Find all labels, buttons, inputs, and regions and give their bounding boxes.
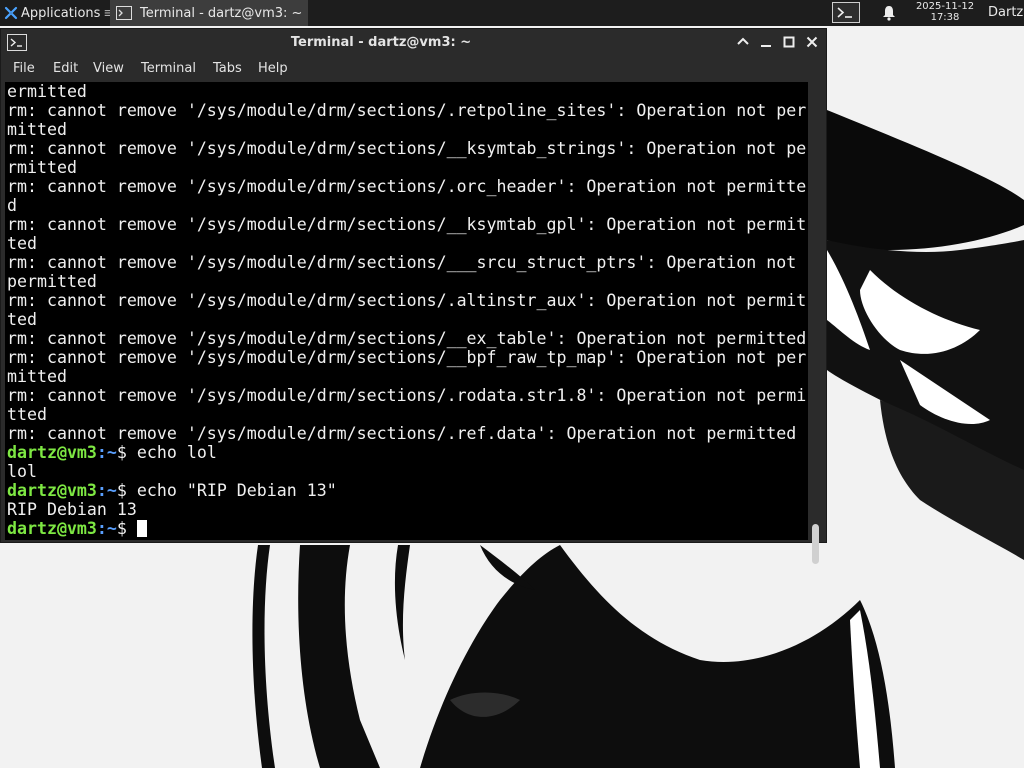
applications-menu-button[interactable]: Applications ≡ bbox=[0, 0, 118, 26]
terminal-window: Terminal - dartz@vm3: ~ File Edit View T… bbox=[0, 28, 827, 564]
panel-clock[interactable]: 2025-11-12 17:38 bbox=[904, 1, 986, 23]
prompt-path: :~ bbox=[96, 481, 117, 500]
top-panel: Applications ≡ Terminal - dartz@vm3: ~ 2… bbox=[0, 0, 1024, 26]
clock-time: 17:38 bbox=[930, 12, 960, 23]
menu-tabs[interactable]: Tabs bbox=[213, 56, 242, 82]
terminal-scrollbar[interactable] bbox=[808, 82, 826, 564]
window-maximize-button[interactable] bbox=[780, 33, 798, 51]
active-prompt-line[interactable]: dartz@vm3:~$ bbox=[5, 519, 808, 538]
terminal-line: rm: cannot remove '/sys/module/drm/secti… bbox=[7, 291, 807, 310]
terminal-line: ted bbox=[7, 310, 37, 329]
window-close-button[interactable] bbox=[803, 33, 821, 51]
menu-terminal[interactable]: Terminal bbox=[141, 56, 196, 82]
terminal-line: mitted bbox=[7, 367, 67, 386]
terminal-icon bbox=[116, 6, 132, 20]
terminal-line: tted bbox=[7, 405, 47, 424]
window-minimize-button[interactable] bbox=[757, 33, 775, 51]
user-menu[interactable]: Dartz bbox=[988, 0, 1023, 26]
terminal-line: rm: cannot remove '/sys/module/drm/secti… bbox=[7, 177, 807, 196]
prompt-user: dartz@vm3 bbox=[7, 481, 97, 500]
prompt-path: :~ bbox=[96, 519, 117, 538]
terminal-line: rm: cannot remove '/sys/module/drm/secti… bbox=[7, 215, 807, 234]
prompt-symbol: $ bbox=[116, 443, 127, 462]
prompt-line: dartz@vm3:~$ echo "RIP Debian 13" bbox=[5, 481, 808, 500]
terminal-line: rm: cannot remove '/sys/module/drm/secti… bbox=[7, 424, 797, 443]
prompt-user: dartz@vm3 bbox=[7, 519, 97, 538]
menu-edit[interactable]: Edit bbox=[53, 56, 78, 82]
menu-help[interactable]: Help bbox=[258, 56, 288, 82]
terminal-line: ermitted bbox=[7, 82, 87, 101]
terminal-line: rm: cannot remove '/sys/module/drm/secti… bbox=[7, 348, 807, 367]
terminal-output[interactable]: ermitted rm: cannot remove '/sys/module/… bbox=[5, 82, 808, 540]
prompt-user: dartz@vm3 bbox=[7, 443, 97, 462]
terminal-line: rm: cannot remove '/sys/module/drm/secti… bbox=[7, 386, 807, 405]
window-titlebar[interactable]: Terminal - dartz@vm3: ~ bbox=[1, 29, 826, 56]
terminal-line: permitted bbox=[7, 272, 97, 291]
command-text: echo "RIP Debian 13" bbox=[126, 481, 337, 500]
menu-view[interactable]: View bbox=[93, 56, 124, 82]
applications-label: Applications bbox=[21, 5, 101, 21]
window-title: Terminal - dartz@vm3: ~ bbox=[290, 35, 472, 50]
window-menubar: File Edit View Terminal Tabs Help bbox=[1, 56, 826, 82]
command-output: RIP Debian 13 bbox=[7, 500, 137, 519]
prompt-path: :~ bbox=[96, 443, 117, 462]
clock-date: 2025-11-12 bbox=[915, 1, 975, 12]
prompt-symbol: $ bbox=[116, 519, 127, 538]
terminal-line: d bbox=[7, 196, 17, 215]
terminal-launcher-icon[interactable] bbox=[832, 2, 860, 23]
terminal-line: rm: cannot remove '/sys/module/drm/secti… bbox=[7, 253, 797, 272]
menu-file[interactable]: File bbox=[13, 56, 35, 82]
terminal-line: ted bbox=[7, 234, 37, 253]
command-output: lol bbox=[7, 462, 37, 481]
command-text: echo lol bbox=[126, 443, 217, 462]
taskbar-terminal-button[interactable]: Terminal - dartz@vm3: ~ bbox=[110, 0, 308, 26]
scrollbar-thumb[interactable] bbox=[812, 524, 819, 564]
terminal-line: rm: cannot remove '/sys/module/drm/secti… bbox=[7, 101, 807, 120]
prompt-line: dartz@vm3:~$ echo lol bbox=[5, 443, 808, 462]
notification-bell-icon[interactable] bbox=[882, 5, 896, 21]
taskbar-terminal-label: Terminal - dartz@vm3: ~ bbox=[140, 5, 303, 21]
window-shade-button[interactable] bbox=[734, 33, 752, 51]
text-cursor bbox=[136, 520, 147, 537]
prompt-symbol: $ bbox=[116, 481, 127, 500]
terminal-line: rm: cannot remove '/sys/module/drm/secti… bbox=[7, 139, 807, 158]
terminal-line: rm: cannot remove '/sys/module/drm/secti… bbox=[7, 329, 807, 348]
terminal-line: mitted bbox=[7, 120, 67, 139]
terminal-line: rmitted bbox=[7, 158, 77, 177]
applications-icon bbox=[4, 6, 18, 20]
